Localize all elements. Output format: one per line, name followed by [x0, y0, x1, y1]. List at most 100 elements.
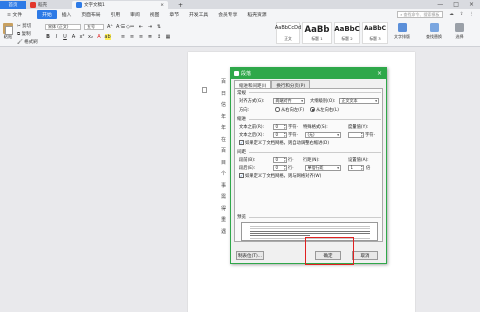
- style-heading-3-label: 标题 3: [369, 36, 381, 41]
- subscript-icon[interactable]: x₂: [88, 34, 94, 40]
- alignment-label: 对齐方式(G):: [239, 99, 265, 104]
- style-heading-1[interactable]: AaBb 标题 1: [302, 22, 332, 44]
- spacing-after-unit[interactable]: 行·: [288, 165, 294, 171]
- select-cursor-icon: [455, 23, 464, 32]
- special-format-select[interactable]: (无) ▾: [305, 131, 341, 138]
- menu-review[interactable]: 审阅: [125, 10, 145, 19]
- alignment-select[interactable]: 两端对齐 ▾: [273, 97, 305, 104]
- measure-unit[interactable]: 字符·: [365, 132, 375, 138]
- font-color-icon[interactable]: A: [96, 34, 102, 40]
- indent-after-input[interactable]: 0 ▴ ▾: [273, 131, 287, 138]
- format-painter-button[interactable]: 🖌 格式刷: [17, 39, 38, 45]
- tabs-button[interactable]: 制表位(T)...: [236, 251, 264, 260]
- command-search[interactable]: ⌕ 查找命令、搜索模板: [397, 11, 444, 18]
- tab-home[interactable]: 首页: [0, 1, 26, 9]
- menu-view[interactable]: 视图: [145, 10, 165, 19]
- minimize-icon[interactable]: —: [437, 1, 443, 8]
- line-spacing-icon[interactable]: ↕: [156, 34, 162, 40]
- paragraph-row-2: ≡ ≡ ≡ ≣ ↕ ▦: [120, 34, 171, 40]
- find-replace-button[interactable]: 查找替换: [426, 23, 442, 40]
- strikethrough-icon[interactable]: A̶: [71, 34, 77, 40]
- decrease-indent-icon[interactable]: ⇤: [138, 24, 144, 30]
- bullets-icon[interactable]: ☰: [120, 24, 126, 30]
- cancel-button[interactable]: 取消: [352, 251, 378, 260]
- rtl-label: 从右向左(F): [281, 108, 305, 113]
- menu-file[interactable]: ≡ 文件: [2, 10, 27, 19]
- menu-home[interactable]: 开始: [37, 10, 57, 19]
- line-spacing-select[interactable]: 单倍行距 ▾: [305, 164, 341, 171]
- menu-insert[interactable]: 插入: [57, 10, 77, 19]
- new-tab-button[interactable]: +: [168, 1, 193, 9]
- spacing-before-unit[interactable]: 行·: [288, 157, 294, 163]
- indent-before-input[interactable]: 0 ▴ ▾: [273, 123, 287, 130]
- spacing-grid-checkbox[interactable]: ✓: [239, 173, 244, 178]
- tab-close-icon[interactable]: ×: [160, 3, 164, 8]
- spinner-icon[interactable]: ▴ ▾: [284, 124, 286, 130]
- highlight-icon[interactable]: ab: [104, 34, 111, 40]
- measure-input[interactable]: ▴ ▾: [348, 131, 364, 138]
- menu-bar: ≡ 文件 开始 插入 页面布局 引用 审阅 视图 章节 开发工具 会员专享 稻壳…: [0, 9, 480, 20]
- sort-icon[interactable]: ⇅: [156, 24, 162, 30]
- borders-icon[interactable]: ▦: [165, 34, 171, 40]
- menu-developer[interactable]: 开发工具: [184, 10, 213, 19]
- menu-references[interactable]: 引用: [106, 10, 126, 19]
- font-name-select[interactable]: 宋体 (正文): [45, 24, 81, 30]
- close-window-icon[interactable]: ×: [469, 1, 474, 8]
- more-icon[interactable]: ⋮: [470, 12, 475, 17]
- tab-docer[interactable]: 稻壳: [26, 1, 72, 9]
- dialog-title-bar: 段落 ×: [231, 68, 386, 79]
- spinner-icon[interactable]: ▴ ▾: [284, 165, 286, 171]
- dialog-close-icon[interactable]: ×: [377, 70, 386, 77]
- window-controls: — □ ×: [437, 1, 480, 8]
- select-button[interactable]: 选择: [455, 23, 464, 40]
- spinner-icon[interactable]: ▴ ▾: [284, 132, 286, 138]
- dialog-app-icon: [234, 71, 239, 76]
- align-center-icon[interactable]: ≡: [129, 34, 135, 40]
- indent-after-unit[interactable]: 字符·: [288, 132, 298, 138]
- setting-value-input[interactable]: 1 ▴ ▾: [348, 164, 364, 171]
- indent-before-unit[interactable]: 字符·: [288, 124, 298, 130]
- preview-line: [250, 233, 370, 234]
- spinner-icon[interactable]: ▴ ▾: [284, 157, 286, 163]
- text-layout-button[interactable]: 文字排版: [394, 23, 410, 40]
- spacing-after-input[interactable]: 0 ▴ ▾: [273, 164, 287, 171]
- spacing-before-input[interactable]: 0 ▴ ▾: [273, 156, 287, 163]
- grow-font-icon[interactable]: A⁺: [107, 24, 113, 30]
- spacing-section-title: 间距: [237, 150, 246, 155]
- spinner-icon[interactable]: ▴ ▾: [361, 132, 363, 138]
- paste-button[interactable]: 粘贴: [3, 23, 13, 40]
- style-heading-3[interactable]: AaBbC 标题 3: [362, 22, 388, 44]
- spinner-icon[interactable]: ▴ ▾: [361, 165, 363, 171]
- maximize-icon[interactable]: □: [453, 1, 459, 8]
- style-heading-2[interactable]: AaBbC 标题 2: [334, 22, 360, 44]
- increase-indent-icon[interactable]: ⇥: [147, 24, 153, 30]
- rtl-radio[interactable]: [275, 107, 280, 112]
- indent-grid-checkbox[interactable]: ✓: [239, 140, 244, 145]
- numbering-icon[interactable]: ≔: [129, 24, 135, 30]
- align-left-icon[interactable]: ≡: [120, 34, 126, 40]
- menu-sections[interactable]: 章节: [164, 10, 184, 19]
- italic-icon[interactable]: I: [54, 34, 60, 40]
- bold-icon[interactable]: B: [45, 34, 51, 40]
- outline-level-select[interactable]: 正文文本 ▾: [339, 97, 379, 104]
- align-right-icon[interactable]: ≡: [138, 34, 144, 40]
- menu-docer-resources[interactable]: 稻壳资源: [242, 10, 271, 19]
- docer-icon: [30, 2, 36, 8]
- font-size-select[interactable]: 五号: [84, 24, 104, 30]
- menu-member[interactable]: 会员专享: [213, 10, 242, 19]
- style-heading-2-label: 标题 2: [341, 36, 353, 41]
- cloud-icon[interactable]: ☁: [449, 12, 454, 17]
- underline-icon[interactable]: U: [62, 34, 68, 40]
- style-body[interactable]: AaBbCcDd 正文: [275, 22, 301, 44]
- copy-button[interactable]: ⧉ 复制: [17, 31, 31, 37]
- cut-button[interactable]: ✂ 剪切: [17, 23, 31, 29]
- ltr-radio[interactable]: [310, 107, 315, 112]
- tab-document[interactable]: 文字文稿1 ×: [72, 1, 168, 9]
- preview-line: [250, 231, 370, 232]
- menu-page-layout[interactable]: 页面布局: [76, 10, 105, 19]
- superscript-icon[interactable]: x²: [79, 34, 85, 40]
- share-icon[interactable]: ⇪: [460, 12, 464, 17]
- justify-icon[interactable]: ≣: [147, 34, 153, 40]
- chevron-down-icon: ▾: [301, 98, 303, 103]
- paragraph-dialog: 段落 × 缩进和间距(I) 换行和分页(P) 常规 对齐方式(G): 两端对齐 ▾…: [230, 67, 387, 264]
